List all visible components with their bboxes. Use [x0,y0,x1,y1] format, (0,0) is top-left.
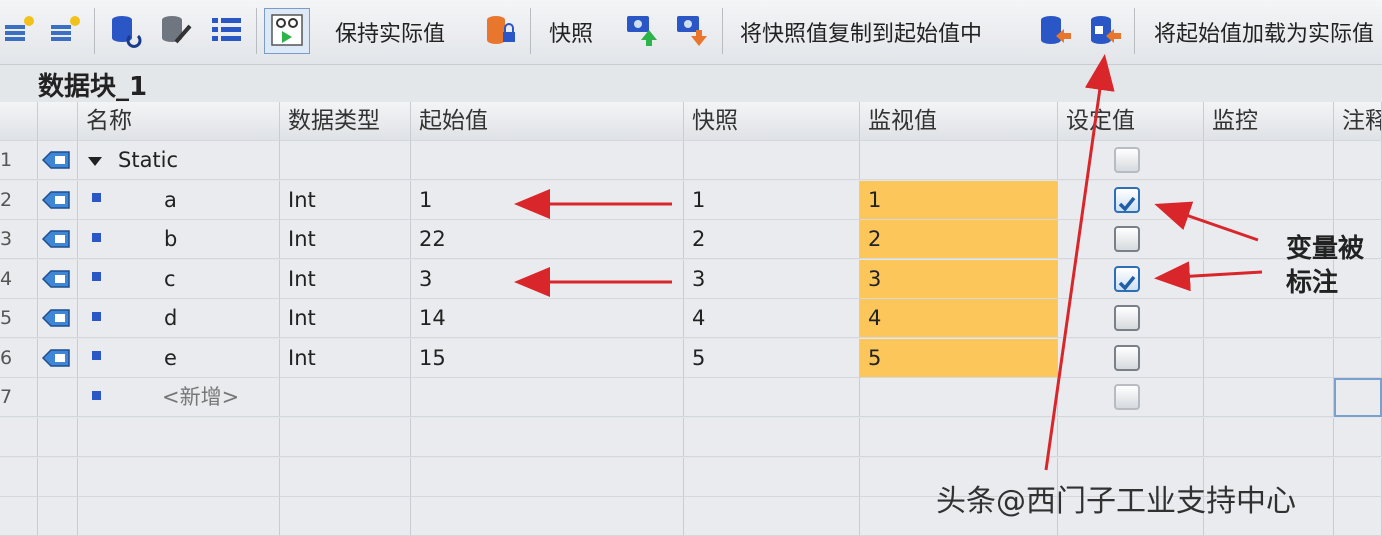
arrow-to-checkbox-c [1154,261,1263,292]
watermark: 头条@西门子工业支持中心 [936,484,1296,519]
arrow-to-checkbox-a [1154,201,1259,242]
annotation-arrows [514,54,1263,471]
annotation-line1: 变量被 [1286,234,1365,264]
arrow-to-toolbar-button [1044,54,1115,471]
annotation-line2: 标注 [1286,268,1339,298]
